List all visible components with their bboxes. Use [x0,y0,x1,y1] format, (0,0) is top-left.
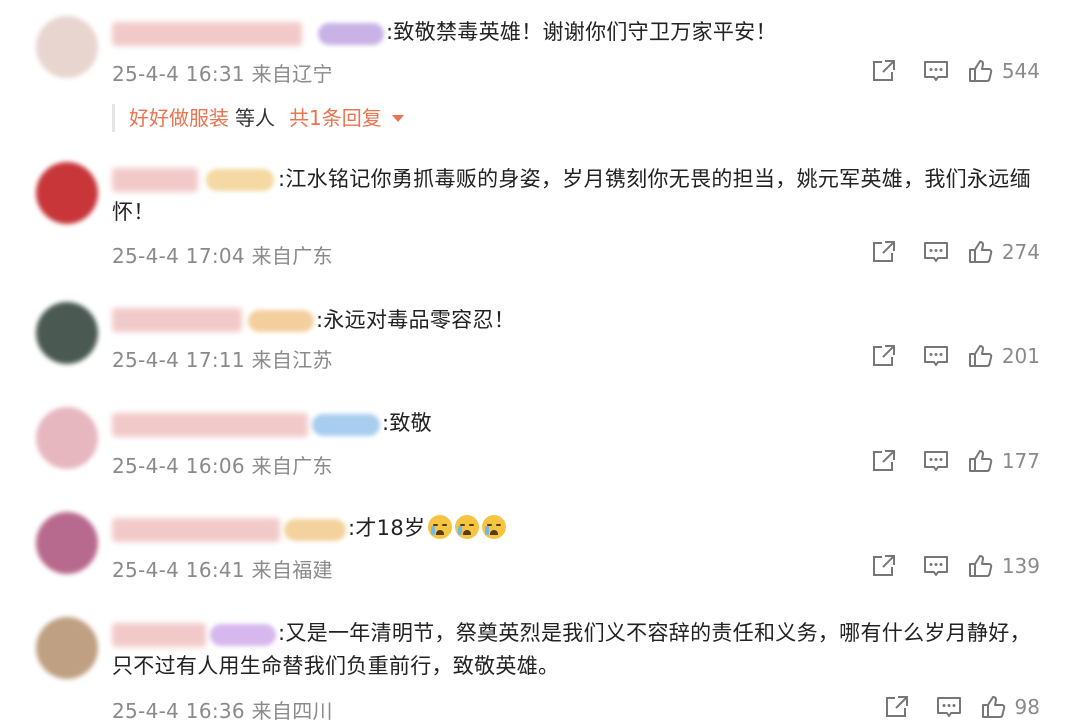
like-count: 274 [1001,240,1040,264]
comment-meta: 25-4-4 16:06 来自广东 [112,450,333,479]
comment-time: 25-4-4 17:11 [112,348,245,372]
reply-summary[interactable]: 好好做服装 等人 共1条回复 [112,104,404,132]
like-count: 177 [1001,449,1040,473]
share-icon [872,60,895,81]
comment-icon [923,61,948,81]
comment-text: :才18岁 [348,512,507,545]
avatar[interactable] [36,512,98,574]
comment-actions: 98 [871,693,1040,721]
username-blurred[interactable] [112,518,280,542]
comment-text: :江水铭记你勇抓毒贩的身姿，岁月镌刻你无畏的担当，姚元军英雄，我们永远缅怀！ [112,167,1031,224]
comment-icon [923,451,948,471]
comment-actions: 139 [858,552,1040,580]
like-button[interactable]: 177 [968,449,1040,473]
comment-meta: 25-4-4 16:31 来自辽宁 [112,58,333,87]
comment-button[interactable] [910,552,962,580]
like-count: 544 [1001,59,1040,83]
username-blurred[interactable] [112,22,302,46]
avatar[interactable] [36,162,98,224]
avatar[interactable] [36,407,98,469]
comment-time: 25-4-4 16:36 [112,699,245,723]
like-button[interactable]: 544 [968,59,1040,83]
thumbs-up-icon [968,555,993,577]
comment-icon [936,697,961,717]
reply-middle: 等人 [235,106,275,130]
comment-location: 来自广东 [251,244,333,268]
comment-button[interactable] [910,238,962,266]
thumbs-up-icon [968,241,993,263]
comment-text: :又是一年清明节，祭奠英烈是我们义不容辞的责任和义务，哪有什么岁月静好，只不过有… [112,621,1031,678]
user-badge [312,414,380,436]
username-blurred[interactable] [112,308,242,332]
crying-emoji-icon [455,515,480,539]
comment-location: 来自广东 [251,454,333,478]
share-button[interactable] [858,447,910,475]
comment-icon [923,556,948,576]
share-icon [872,345,895,366]
comment-icon [923,346,948,366]
crying-emoji-icon [428,515,453,539]
comment-location: 来自四川 [251,699,333,723]
comment-text: :永远对毒品零容忍！ [316,308,516,332]
comment-time: 25-4-4 17:04 [112,244,245,268]
comment-meta: 25-4-4 17:11 来自江苏 [112,344,333,373]
like-count: 98 [1014,695,1040,719]
user-badge [318,23,384,45]
crying-emoji-icon [482,515,507,539]
like-count: 201 [1001,344,1040,368]
thumbs-up-icon [968,60,993,82]
comment-location: 来自福建 [251,558,333,582]
comment-actions: 201 [858,342,1040,370]
share-button[interactable] [858,57,910,85]
reply-count[interactable]: 共1条回复 [289,104,382,132]
share-button[interactable] [858,342,910,370]
comment-meta: 25-4-4 17:04 来自广东 [112,240,333,269]
comment-button[interactable] [910,57,962,85]
avatar[interactable] [36,617,98,679]
comment-text: :致敬 [382,411,432,435]
share-icon [885,696,908,717]
chevron-down-icon[interactable] [391,114,404,122]
share-icon [872,555,895,576]
avatar[interactable] [36,302,98,364]
thumbs-up-icon [968,345,993,367]
thumbs-up-icon [968,450,993,472]
comment-button[interactable] [910,447,962,475]
user-badge [284,519,346,541]
like-button[interactable]: 274 [968,240,1040,264]
comment-button[interactable] [923,693,975,721]
like-button[interactable]: 98 [981,695,1040,719]
like-button[interactable]: 139 [968,554,1040,578]
user-badge [248,310,314,332]
like-button[interactable]: 201 [968,344,1040,368]
share-button[interactable] [858,238,910,266]
comment-text-body: :才18岁 [348,516,426,540]
thumbs-up-icon [981,696,1005,718]
comment-meta: 25-4-4 16:36 来自四川 [112,695,333,724]
share-icon [872,241,895,262]
share-button[interactable] [871,693,923,721]
like-count: 139 [1001,554,1040,578]
share-button[interactable] [858,552,910,580]
comment-actions: 544 [858,57,1040,85]
comment-actions: 177 [858,447,1040,475]
comment-time: 25-4-4 16:06 [112,454,245,478]
comment-time: 25-4-4 16:31 [112,62,245,86]
comment-location: 来自江苏 [251,348,333,372]
share-icon [872,450,895,471]
comment-time: 25-4-4 16:41 [112,558,245,582]
comment-location: 来自辽宁 [251,62,333,86]
username-blurred[interactable] [112,413,308,437]
comment-meta: 25-4-4 16:41 来自福建 [112,554,333,583]
reply-user[interactable]: 好好做服装 [129,104,229,132]
comment-actions: 274 [858,238,1040,266]
comment-icon [923,242,948,262]
avatar[interactable] [36,16,98,78]
comment-text: :致敬禁毒英雄！谢谢你们守卫万家平安！ [386,20,777,44]
comment-button[interactable] [910,342,962,370]
